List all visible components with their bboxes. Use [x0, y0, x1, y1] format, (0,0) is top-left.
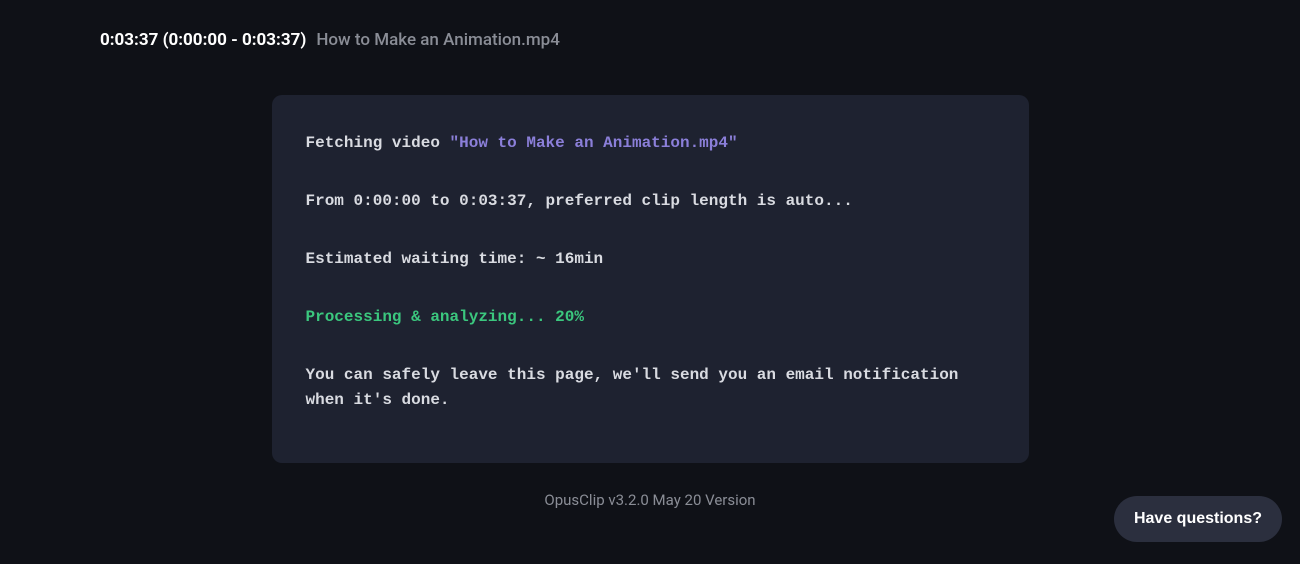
header-bar: 0:03:37 (0:00:00 - 0:03:37) How to Make … [0, 0, 1300, 50]
video-filename: How to Make an Animation.mp4 [316, 30, 560, 50]
progress-line: Processing & analyzing... 20% [306, 305, 995, 329]
notice-line: You can safely leave this page, we'll se… [306, 363, 995, 413]
processing-console: Fetching video "How to Make an Animation… [272, 95, 1029, 463]
video-timestamp: 0:03:37 (0:00:00 - 0:03:37) [100, 30, 306, 50]
fetching-line: Fetching video "How to Make an Animation… [306, 131, 995, 155]
eta-line: Estimated waiting time: ~ 16min [306, 247, 995, 271]
fetching-label: Fetching video [306, 134, 450, 152]
range-line: From 0:00:00 to 0:03:37, preferred clip … [306, 189, 995, 213]
version-footer: OpusClip v3.2.0 May 20 Version [0, 491, 1300, 509]
fetching-video-name: "How to Make an Animation.mp4" [450, 134, 738, 152]
help-button[interactable]: Have questions? [1114, 496, 1282, 542]
